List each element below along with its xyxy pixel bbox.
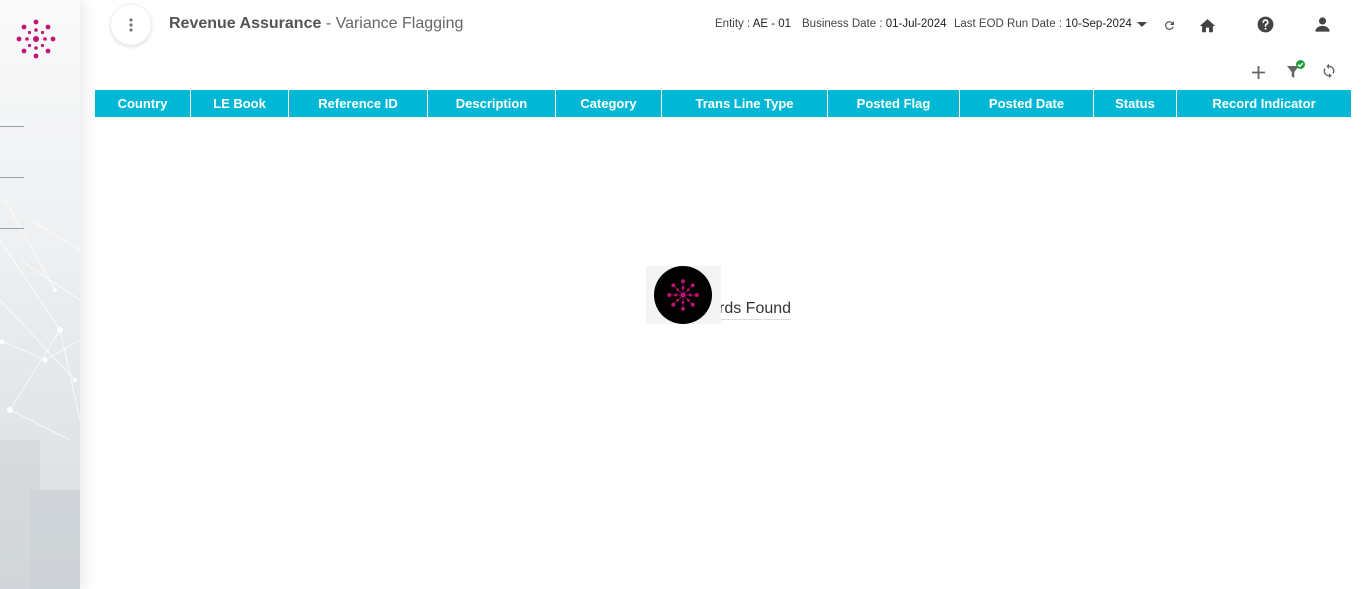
- page-title-sub: Variance Flagging: [335, 15, 464, 32]
- add-button[interactable]: [1248, 62, 1268, 82]
- column-header-description[interactable]: Description: [428, 90, 556, 117]
- last-eod-label: Last EOD Run Date :: [954, 18, 1063, 30]
- network-background-graphic: [0, 199, 80, 589]
- business-date-value: 01-Jul-2024: [885, 18, 947, 30]
- column-header-reference-id[interactable]: Reference ID: [289, 90, 428, 117]
- help-button[interactable]: [1254, 13, 1276, 35]
- brand-logo-icon: [667, 279, 699, 311]
- brand-logo-icon[interactable]: [15, 18, 57, 60]
- more-vert-icon: [129, 18, 133, 32]
- page-title: Revenue Assurance - Variance Flagging: [169, 15, 463, 33]
- sidebar: [0, 0, 80, 589]
- refresh-date-button[interactable]: [1161, 17, 1177, 33]
- person-icon: [1314, 16, 1330, 32]
- home-button[interactable]: [1196, 13, 1218, 35]
- column-header-status[interactable]: Status: [1094, 90, 1177, 117]
- column-header-trans-line-type[interactable]: Trans Line Type: [662, 90, 828, 117]
- loading-spinner: [654, 266, 712, 324]
- sidebar-divider: [0, 177, 24, 178]
- more-menu-button[interactable]: [111, 5, 151, 45]
- filter-button[interactable]: [1284, 59, 1308, 83]
- sidebar-divider: [0, 228, 24, 229]
- last-eod-info: Last EOD Run Date : 10-Sep-2024: [954, 18, 1132, 30]
- table-header: Country LE Book Reference ID Description…: [95, 90, 1351, 117]
- entity-info: Entity : AE - 01: [715, 18, 791, 30]
- home-icon: [1199, 18, 1215, 32]
- column-header-posted-flag[interactable]: Posted Flag: [828, 90, 960, 117]
- filter-icon: [1287, 60, 1305, 78]
- entity-value: AE - 01: [752, 18, 792, 30]
- entity-label: Entity :: [715, 18, 751, 30]
- column-header-country[interactable]: Country: [95, 90, 191, 117]
- plus-icon: [1251, 65, 1265, 79]
- column-header-posted-date[interactable]: Posted Date: [960, 90, 1094, 117]
- page-title-separator: -: [321, 15, 336, 32]
- sidebar-divider: [0, 126, 24, 127]
- date-dropdown-button[interactable]: [1134, 17, 1150, 33]
- business-date-info: Business Date : 01-Jul-2024: [802, 18, 946, 30]
- sync-icon: [1323, 63, 1335, 79]
- reload-button[interactable]: [1319, 61, 1339, 81]
- user-button[interactable]: [1311, 13, 1333, 35]
- column-header-category[interactable]: Category: [556, 90, 662, 117]
- business-date-label: Business Date :: [802, 18, 883, 30]
- page-title-main: Revenue Assurance: [169, 15, 322, 32]
- no-records-message: rds Found: [719, 300, 792, 320]
- last-eod-value: 10-Sep-2024: [1065, 18, 1132, 30]
- column-header-record-indicator[interactable]: Record Indicator: [1177, 90, 1351, 117]
- caret-down-icon: [1137, 22, 1147, 27]
- refresh-icon: [1164, 20, 1174, 30]
- help-icon: [1257, 16, 1273, 32]
- column-header-le-book[interactable]: LE Book: [191, 90, 289, 117]
